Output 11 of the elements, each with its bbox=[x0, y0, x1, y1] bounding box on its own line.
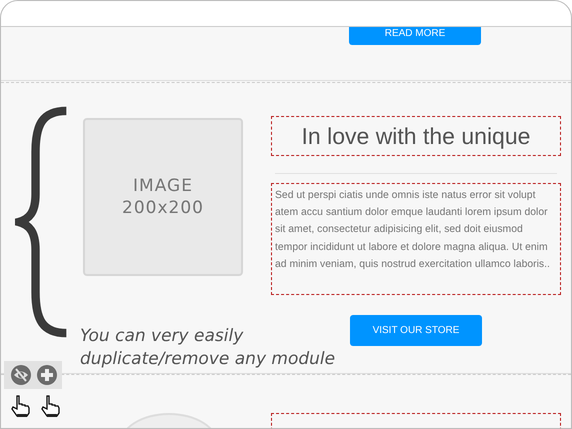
annotation-text: You can very easily duplicate/remove any module bbox=[80, 325, 336, 371]
visit-store-button[interactable]: VISIT OUR STORE bbox=[350, 315, 482, 346]
placeholder-label: IMAGE bbox=[133, 175, 193, 197]
hand-pointer-icon bbox=[41, 395, 61, 417]
module-body-text: Sed ut perspi ciatis unde omnis iste natus error sit volupt atem accu santium dolor emque laudanti lorem ipsum dolor sit amet, consectetur adipisicing elit, sed doit eiusmod tempor incididunt ut labore et dolore magna aliqua. Ut enim ad minim veniam, quis nostrud exercitation ullamco laboris.. bbox=[271, 183, 561, 295]
read-more-button[interactable]: READ MORE bbox=[349, 27, 481, 45]
module-title: In love with the unique bbox=[271, 116, 561, 156]
add-icon[interactable] bbox=[37, 365, 57, 385]
placeholder-label: 200x200 bbox=[122, 197, 204, 219]
hand-pointer-icon bbox=[11, 395, 31, 417]
hide-icon[interactable] bbox=[11, 365, 31, 385]
